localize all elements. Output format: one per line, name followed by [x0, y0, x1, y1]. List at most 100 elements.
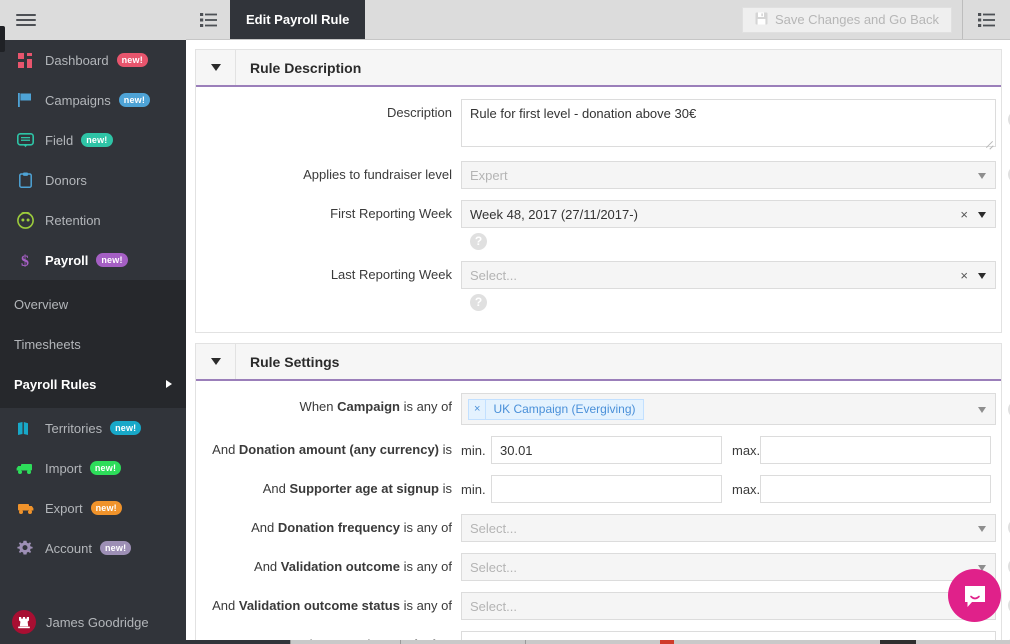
select-placeholder: Select...	[470, 559, 517, 575]
tab-edit-payroll-rule[interactable]: Edit Payroll Rule	[230, 0, 366, 39]
field-label: When Campaign is any of	[299, 399, 452, 414]
sidebar-subitem-label: Overview	[14, 296, 69, 312]
sidebar-item-account[interactable]: Account new!	[0, 528, 186, 568]
field-control: min. max.	[461, 475, 1001, 503]
hamburger-icon[interactable]	[16, 11, 36, 29]
field-control: Select... × ?	[461, 261, 1001, 311]
field-row-donation-amount: And Donation amount (any currency) is mi…	[196, 436, 1001, 464]
field-label: Last Reporting Week	[330, 267, 452, 282]
sidebar-item-timesheets[interactable]: Timesheets	[0, 324, 186, 364]
svg-text:$: $	[21, 253, 29, 269]
sidebar-item-campaigns[interactable]: Campaigns new!	[0, 80, 186, 120]
max-label: max.	[732, 481, 761, 497]
sidebar-header	[0, 0, 186, 40]
field-label: And Supporter age at signup is	[262, 481, 452, 496]
donation-amount-min-input[interactable]	[491, 436, 722, 464]
sidebar-user-name: James Goodridge	[46, 614, 149, 630]
sidebar-item-payroll[interactable]: $ Payroll new!	[0, 240, 186, 280]
monitor-icon	[14, 131, 36, 149]
badge-new: new!	[89, 461, 122, 475]
truck-right-icon	[14, 499, 36, 517]
field-label: And Donation frequency is any of	[251, 520, 452, 535]
save-changes-and-go-back-button[interactable]: Save Changes and Go Back	[741, 6, 952, 33]
clear-x-icon[interactable]: ×	[960, 267, 968, 285]
panel-header-rule-description: Rule Description	[196, 50, 1001, 87]
supporter-age-min-input[interactable]	[491, 475, 722, 503]
badge-new: new!	[96, 253, 128, 267]
panel-title: Rule Description	[250, 59, 362, 76]
field-control: × UK Campaign (Evergiving) ?	[461, 393, 1010, 425]
fundraiser-level-select[interactable]: Expert	[461, 161, 996, 189]
field-control: Select... ?	[461, 514, 1010, 542]
field-label: Description	[386, 105, 452, 120]
chevron-right-icon	[166, 380, 172, 388]
select-placeholder: Select...	[470, 598, 517, 614]
gear-icon	[14, 539, 36, 557]
field-control: Rule for first level - donation above 30…	[461, 99, 1010, 150]
sidebar-item-export[interactable]: Export new!	[0, 488, 186, 528]
last-reporting-week-select[interactable]: Select... ×	[461, 261, 996, 289]
sidebar-item-label: Campaigns	[45, 92, 111, 108]
sidebar-item-retention[interactable]: Retention	[0, 200, 186, 240]
validation-outcome-select[interactable]: Select...	[461, 553, 996, 581]
rook-avatar-icon	[12, 610, 36, 634]
donation-frequency-select[interactable]: Select...	[461, 514, 996, 542]
sidebar-item-field[interactable]: Field new!	[0, 120, 186, 160]
topbar-left-menu-icon[interactable]	[186, 0, 230, 39]
chevron-down-icon	[978, 407, 986, 413]
sidebar-item-donors[interactable]: Donors	[0, 160, 186, 200]
clipboard-icon	[14, 171, 36, 189]
field-control: Expert ?	[461, 161, 1010, 189]
sidebar-item-overview[interactable]: Overview	[0, 284, 186, 324]
sidebar-item-label: Account	[45, 540, 92, 556]
first-reporting-week-select[interactable]: Week 48, 2017 (27/11/2017-) ×	[461, 200, 996, 228]
sidebar-item-dashboard[interactable]: Dashboard new!	[0, 40, 186, 80]
sidebar-user[interactable]: James Goodridge	[0, 600, 186, 644]
campaign-multiselect[interactable]: × UK Campaign (Evergiving)	[461, 393, 996, 425]
chevron-down-icon	[978, 526, 986, 532]
flag-icon	[14, 91, 36, 109]
supporter-age-max-input[interactable]	[760, 475, 991, 503]
sidebar-item-territories[interactable]: Territories new!	[0, 408, 186, 448]
chevron-down-icon	[978, 273, 986, 279]
field-row-donation-frequency: And Donation frequency is any of Select.…	[196, 514, 1010, 542]
panel-body-rule-settings: When Campaign is any of × UK Campaign (E…	[196, 381, 1010, 644]
topbar-right-menu-icon[interactable]	[962, 0, 1010, 39]
truck-left-icon	[14, 459, 36, 477]
dollar-icon: $	[14, 251, 36, 269]
select-placeholder: Select...	[470, 520, 517, 536]
payroll-submenu: Overview Timesheets Payroll Rules	[0, 280, 186, 408]
select-value: Expert	[470, 167, 508, 183]
badge-new: new!	[90, 501, 122, 515]
tag-remove-x-icon[interactable]: ×	[469, 399, 487, 419]
field-row-first-reporting-week: First Reporting Week Week 48, 2017 (27/1…	[196, 200, 1001, 250]
panel-collapse-toggle[interactable]	[196, 344, 236, 379]
validation-outcome-status-select[interactable]: Select...	[461, 592, 996, 620]
select-value: Week 48, 2017 (27/11/2017-)	[470, 206, 638, 222]
taskbar-segment	[0, 640, 290, 644]
chevron-down-icon	[978, 212, 986, 218]
field-control: Select... ?	[461, 553, 1010, 581]
intercom-chat-launcher[interactable]	[948, 569, 1001, 622]
save-button-label: Save Changes and Go Back	[774, 12, 939, 27]
sidebar-item-payroll-rules[interactable]: Payroll Rules	[0, 364, 186, 404]
badge-new: new!	[110, 421, 142, 435]
chevron-down-icon	[210, 358, 221, 365]
app-root: Dashboard new! Campaigns new! Field new!…	[0, 0, 1010, 644]
description-textarea[interactable]: Rule for first level - donation above 30…	[461, 99, 996, 147]
donation-amount-max-input[interactable]	[760, 436, 991, 464]
panel-collapse-toggle[interactable]	[196, 50, 236, 85]
chevron-down-icon	[978, 173, 986, 179]
list-menu-icon	[978, 12, 995, 27]
main-content: Rule Description Description Rule for fi…	[186, 41, 1010, 644]
sidebar-subitem-label: Timesheets	[14, 336, 81, 352]
field-row-validation-outcome: And Validation outcome is any of Select.…	[196, 553, 1010, 581]
question-mark-icon[interactable]: ?	[470, 233, 487, 250]
campaign-tag: × UK Campaign (Evergiving)	[468, 398, 644, 420]
badge-new: new!	[116, 53, 148, 67]
chat-bubble-icon	[964, 585, 985, 607]
question-mark-icon[interactable]: ?	[470, 294, 487, 311]
sidebar-item-import[interactable]: Import new!	[0, 448, 186, 488]
taskbar-segment-dark	[880, 640, 916, 644]
clear-x-icon[interactable]: ×	[960, 206, 968, 224]
